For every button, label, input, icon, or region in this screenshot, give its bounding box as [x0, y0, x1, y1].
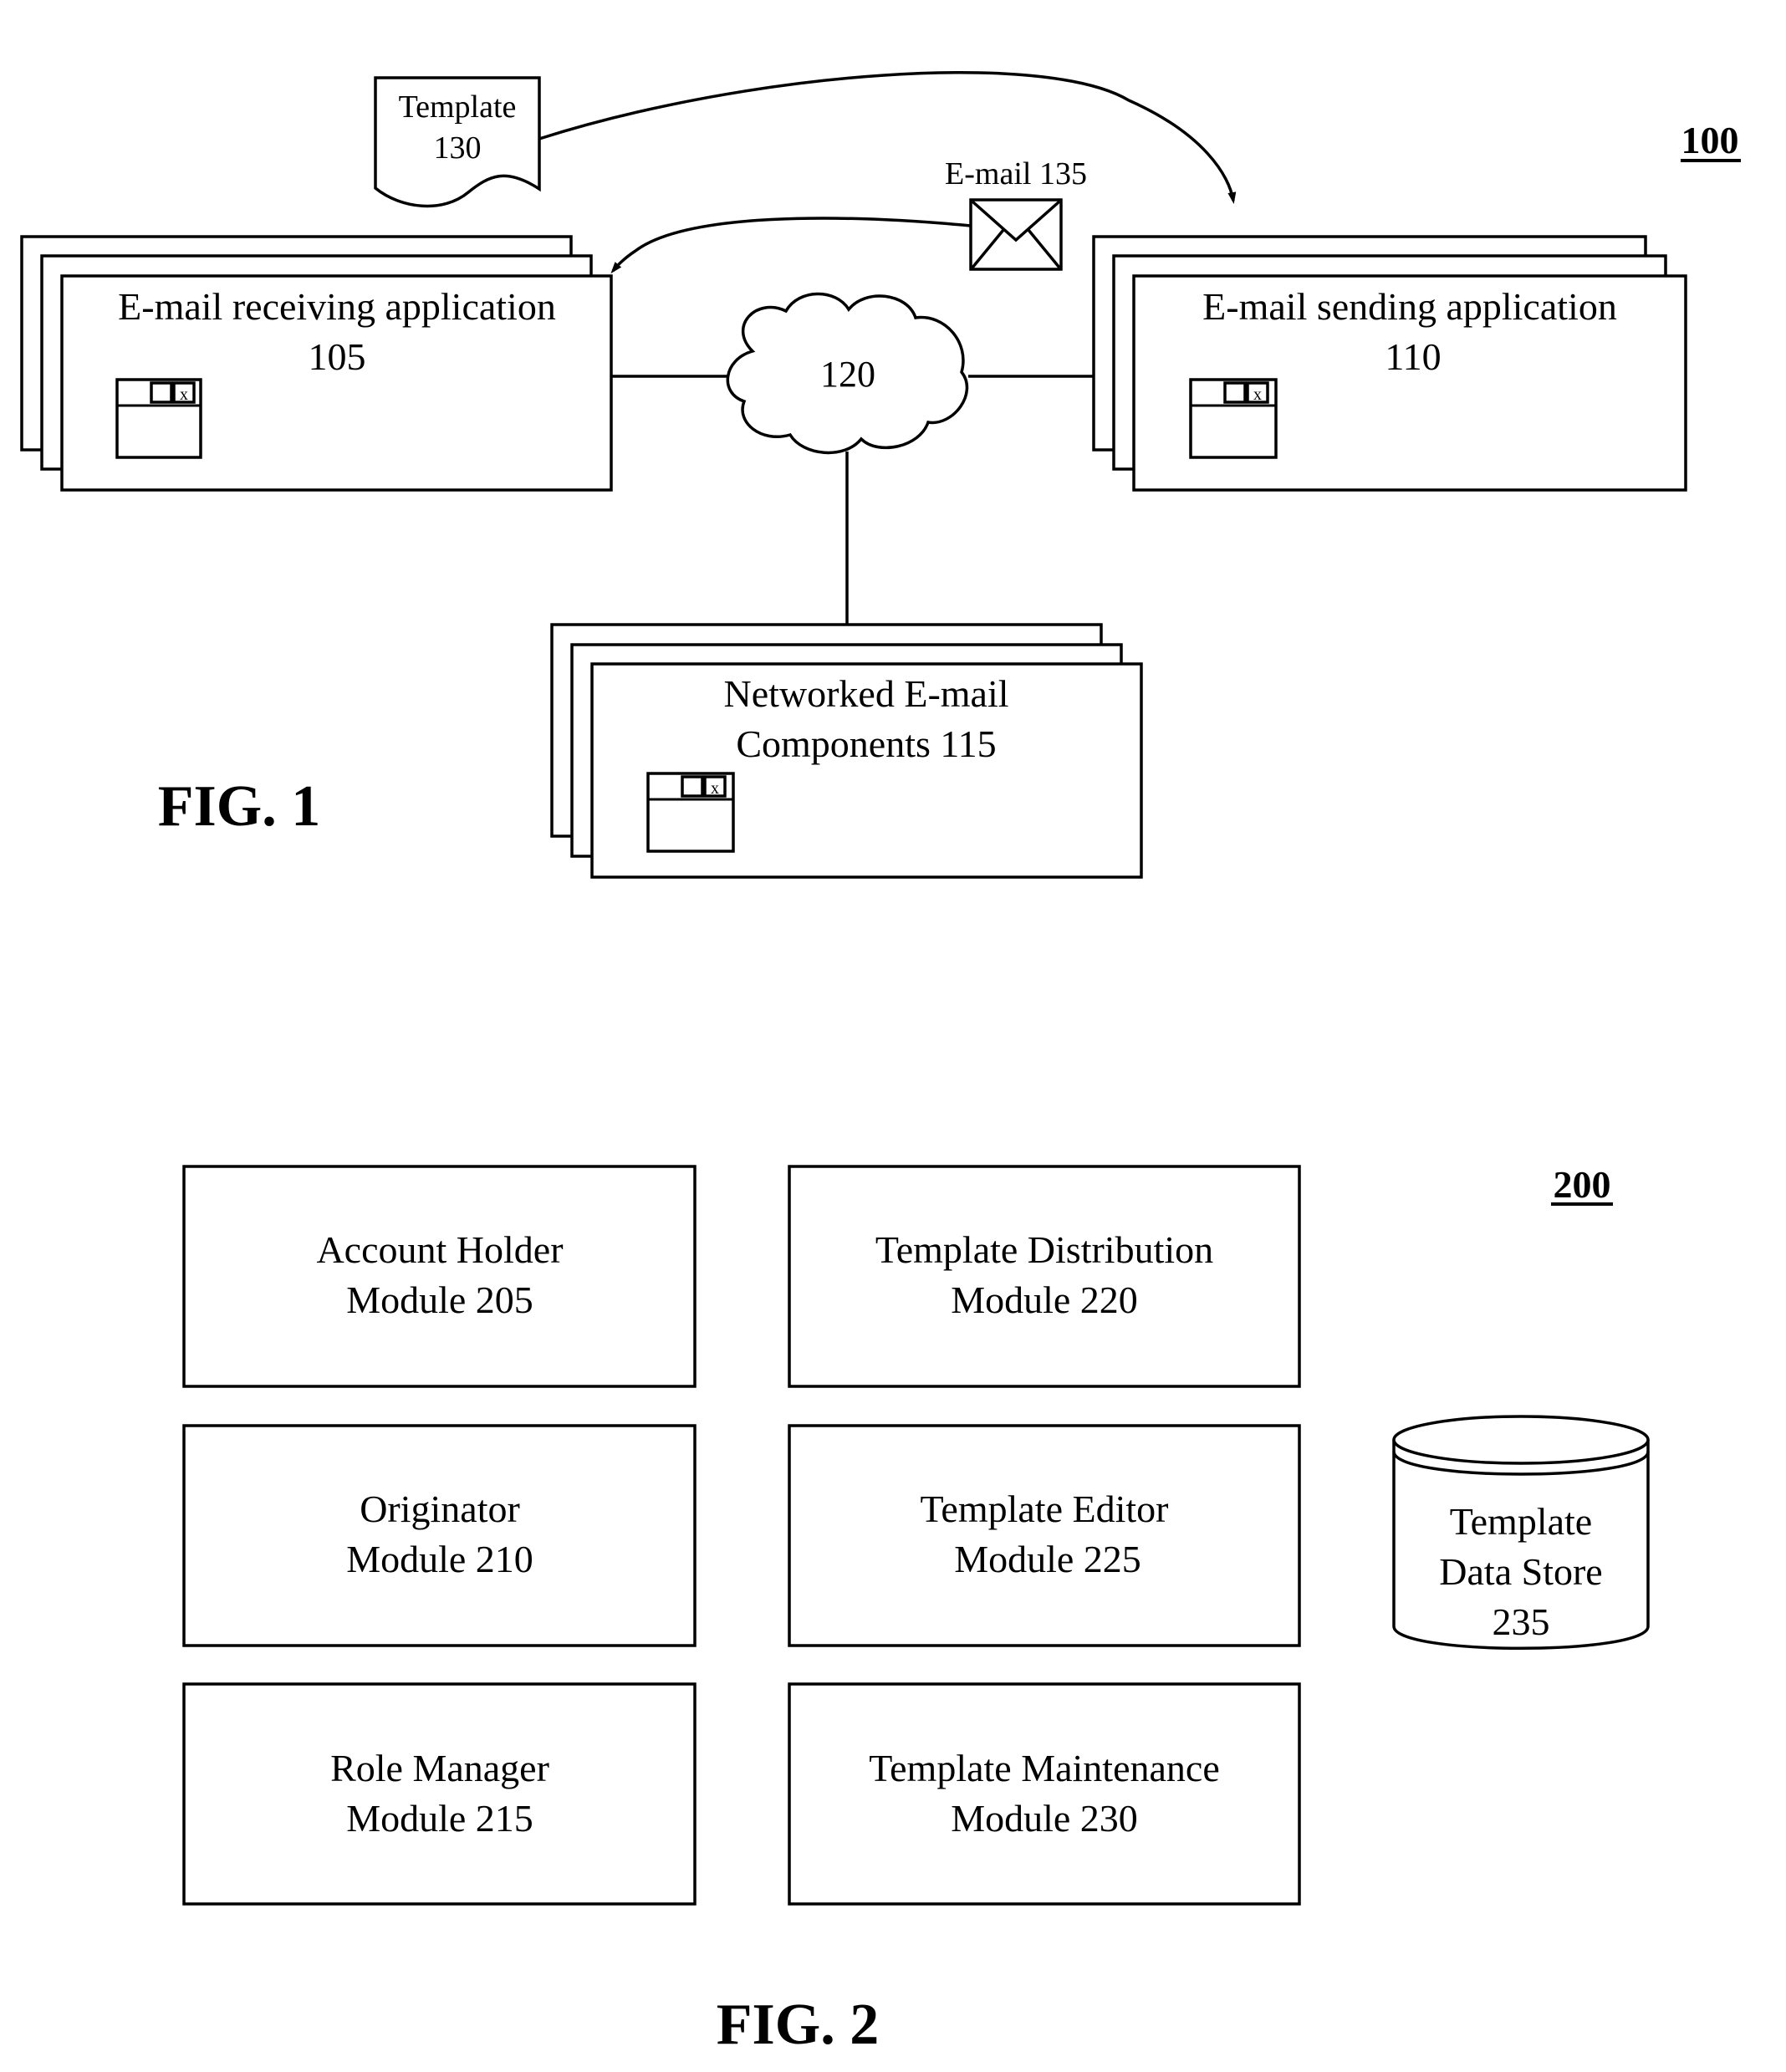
network-cloud: 120	[726, 292, 969, 455]
template-label-line2: 130	[434, 130, 482, 166]
window-icon: _ x	[115, 378, 202, 459]
svg-text:Data Store: Data Store	[1439, 1550, 1602, 1593]
svg-text:Module 215: Module 215	[346, 1797, 533, 1840]
svg-text:Account Holder: Account Holder	[316, 1228, 563, 1271]
svg-text:x: x	[711, 779, 719, 798]
patent-figure-sheet: 100 Template 130 E-mail 135 120 E-mail r…	[20, 71, 1741, 2057]
svg-text:Module 230: Module 230	[951, 1797, 1138, 1840]
svg-text:_: _	[1230, 385, 1240, 404]
svg-text:_: _	[687, 779, 697, 798]
module-box: Originator Module 210	[182, 1424, 697, 1647]
components-title: Networked E-mail	[723, 672, 1008, 715]
email-label: E-mail 135	[945, 156, 1087, 191]
receiving-application: E-mail receiving application 105 _ x	[20, 235, 613, 492]
window-icon: _ x	[1189, 378, 1278, 459]
module-box: Template Maintenance Module 230	[788, 1682, 1301, 1906]
svg-text:235: 235	[1493, 1600, 1550, 1643]
email-envelope: E-mail 135	[945, 156, 1087, 271]
template-document: Template 130	[374, 76, 541, 208]
sending-app-title: E-mail sending application	[1202, 285, 1617, 328]
svg-text:Template: Template	[1450, 1500, 1592, 1543]
svg-text:Module 220: Module 220	[951, 1278, 1138, 1321]
svg-text:Template Editor: Template Editor	[921, 1488, 1169, 1530]
svg-text:Module 205: Module 205	[346, 1278, 533, 1321]
fig1-caption: FIG. 1	[158, 774, 320, 839]
module-box: Template Editor Module 225	[788, 1424, 1301, 1647]
receiving-app-title: E-mail receiving application	[118, 285, 556, 328]
networked-email-components: Networked E-mail Components 115 _ x	[550, 623, 1143, 879]
fig1-diagram: 100 Template 130 E-mail 135 120 E-mail r…	[20, 71, 1741, 879]
svg-text:Originator: Originator	[360, 1488, 520, 1530]
receiving-app-number: 105	[309, 335, 366, 378]
template-data-store: Template Data Store 235	[1392, 1415, 1650, 1650]
svg-text:Module 210: Module 210	[346, 1538, 533, 1580]
window-icon: _ x	[646, 772, 735, 853]
module-box: Role Manager Module 215	[182, 1682, 697, 1906]
fig2-diagram: 200 Account Holder Module 205 Originator…	[182, 1163, 1650, 2057]
svg-text:Template Maintenance: Template Maintenance	[869, 1747, 1220, 1789]
module-box: Template Distribution Module 220	[788, 1165, 1301, 1388]
components-number: Components 115	[736, 722, 996, 765]
sending-application: E-mail sending application 110 _ x	[1092, 235, 1687, 492]
svg-text:x: x	[180, 385, 188, 404]
fig2-reference-number: 200	[1554, 1163, 1611, 1206]
fig1-reference-number: 100	[1681, 119, 1739, 161]
svg-text:x: x	[1253, 385, 1262, 404]
email-to-receiver-arrow	[610, 217, 972, 274]
module-box: Account Holder Module 205	[182, 1165, 697, 1388]
svg-text:Template Distribution: Template Distribution	[875, 1228, 1213, 1271]
svg-text:_: _	[156, 385, 166, 404]
svg-text:Module 225: Module 225	[954, 1538, 1141, 1580]
svg-text:Role Manager: Role Manager	[330, 1747, 549, 1789]
sending-app-number: 110	[1385, 335, 1441, 378]
template-label-line1: Template	[399, 89, 517, 125]
network-label: 120	[820, 354, 875, 395]
fig2-caption: FIG. 2	[717, 1993, 879, 2057]
template-to-sender-arrow	[538, 71, 1237, 204]
